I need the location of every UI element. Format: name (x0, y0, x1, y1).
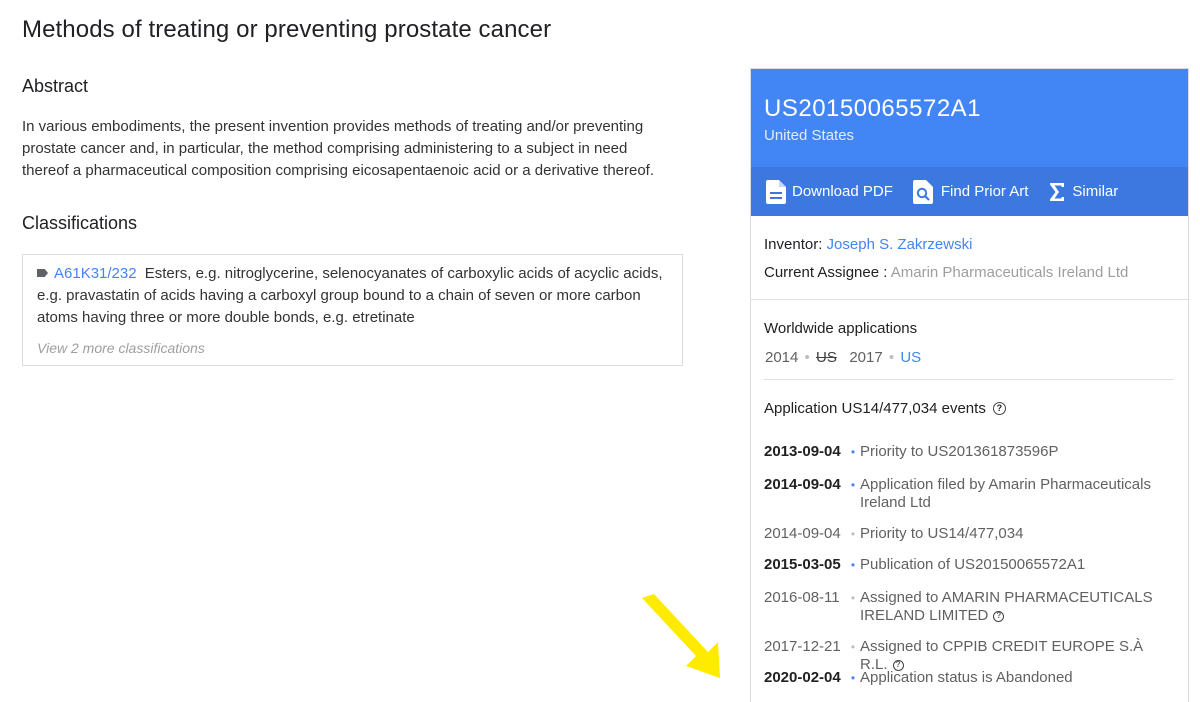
patent-info-panel: US20150065572A1 United States Download P… (750, 68, 1189, 702)
inventor-row: Inventor: Joseph S. Zakrzewski (764, 236, 1175, 253)
event-text: Application status is Abandoned (860, 669, 1073, 686)
worldwide-list: 2014 • US 2017 • US (764, 349, 1174, 380)
event-row: 2014-09-04 • Priority to US14/477,034 (764, 525, 1160, 543)
event-dot: • (850, 527, 856, 541)
worldwide-applications: Worldwide applications 2014 • US 2017 • … (751, 300, 1188, 380)
event-dot: • (850, 671, 856, 685)
event-row: 2020-02-04 • Application status is Aband… (764, 669, 1160, 687)
event-dot: • (850, 591, 856, 605)
assignee-row: Current Assignee : Amarin Pharmaceutical… (764, 264, 1175, 281)
classification-item: A61K31/232 Esters, e.g. nitroglycerine, … (37, 263, 668, 329)
event-dot: • (850, 478, 856, 492)
inventor-label: Inventor: (764, 236, 823, 253)
events-heading: Application US14/477,034 events ? (764, 400, 1175, 417)
similar-button[interactable]: Similar (1048, 182, 1118, 202)
help-icon[interactable]: ? (993, 611, 1005, 622)
publication-number: US20150065572A1 (764, 95, 982, 122)
event-text: Application filed by Amarin Pharmaceutic… (860, 476, 1151, 511)
separator-dot: • (804, 349, 810, 366)
event-row: 2016-08-11 • Assigned to AMARIN PHARMACE… (764, 589, 1160, 625)
document-search-icon (912, 179, 933, 204)
classifications-heading: Classifications (22, 213, 138, 233)
event-date: 2014-09-04 (764, 525, 841, 542)
help-icon[interactable]: ? (992, 402, 1006, 415)
event-row: 2014-09-04 • Application filed by Amarin… (764, 476, 1160, 512)
event-row: 2015-03-05 • Publication of US2015006557… (764, 556, 1160, 574)
page-title: Methods of treating or preventing prosta… (22, 16, 552, 43)
event-dot: • (850, 558, 856, 572)
view-more-classifications-link[interactable]: View 2 more classifications (37, 340, 668, 356)
tag-icon (37, 269, 48, 277)
find-prior-art-button[interactable]: Find Prior Art (912, 179, 1029, 204)
people-section: Inventor: Joseph S. Zakrzewski Current A… (751, 216, 1188, 300)
classifications-box: A61K31/232 Esters, e.g. nitroglycerine, … (22, 254, 683, 366)
download-pdf-button[interactable]: Download PDF (766, 179, 893, 204)
event-date: 2016-08-11 (764, 589, 840, 606)
worldwide-country-link[interactable]: US (816, 349, 837, 366)
event-date: 2014-09-04 (764, 476, 841, 493)
application-events: Application US14/477,034 events ? (751, 380, 1188, 417)
find-prior-art-label: Find Prior Art (940, 183, 1029, 200)
event-text: Priority to US14/477,034 (860, 525, 1024, 542)
similar-label: Similar (1072, 183, 1119, 200)
classification-code-link[interactable]: A61K31/232 (54, 265, 137, 282)
inventor-link[interactable]: Joseph S. Zakrzewski (827, 236, 973, 253)
event-date: 2013-09-04 (764, 443, 841, 460)
event-text: Assigned to AMARIN PHARMACEUTICALS IRELA… (860, 589, 1160, 625)
event-date: 2015-03-05 (764, 556, 841, 573)
action-bar: Download PDF Find Prior Art Similar (751, 167, 1188, 216)
panel-header: US20150065572A1 United States (751, 69, 1188, 167)
separator-dot: • (888, 349, 895, 366)
country: United States (764, 127, 855, 144)
assignee-value: Amarin Pharmaceuticals Ireland Ltd (890, 264, 1129, 281)
highlight-arrow-icon (642, 594, 720, 678)
worldwide-heading: Worldwide applications (764, 320, 918, 337)
sigma-icon (1050, 182, 1065, 201)
worldwide-country-link[interactable]: US (900, 349, 921, 366)
worldwide-year: 2014 (765, 349, 799, 366)
abstract-text: In various embodiments, the present inve… (22, 118, 655, 179)
download-pdf-label: Download PDF (792, 183, 893, 200)
event-text-label: Assigned to AMARIN PHARMACEUTICALS IRELA… (860, 589, 1153, 624)
assignee-label: Current Assignee : (764, 264, 888, 281)
event-text: Publication of US20150065572A1 (860, 556, 1086, 573)
event-text: Priority to US201361873596P (860, 443, 1059, 460)
event-row: 2013-09-04 • Priority to US201361873596P (764, 443, 1160, 461)
abstract-heading: Abstract (22, 76, 89, 96)
worldwide-year: 2017 (849, 349, 883, 366)
pdf-file-icon (766, 179, 786, 204)
event-date: 2020-02-04 (764, 669, 841, 686)
event-dot: • (850, 445, 856, 459)
events-heading-text: Application US14/477,034 events (764, 400, 986, 417)
